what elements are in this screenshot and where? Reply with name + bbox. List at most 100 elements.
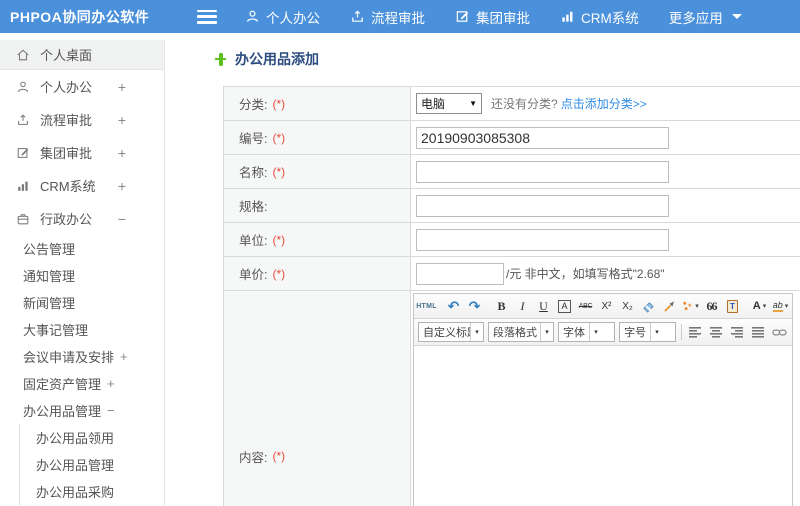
nav-group-approval[interactable]: 集团审批 (455, 7, 530, 27)
sidebar-item-supplies-purchase[interactable]: 办公用品采购 (20, 478, 164, 505)
sidebar-item-label: 流程审批 (40, 113, 93, 128)
price-format-hint: /元 非中文，如填写格式"2.68" (506, 267, 665, 281)
collapse-toggle[interactable]: − (107, 403, 115, 418)
workflow-icon (350, 9, 371, 24)
add-category-link[interactable]: 点击添加分类>> (561, 95, 647, 112)
required-marker: (*) (272, 96, 286, 111)
sidebar-item-notice-mgmt[interactable]: 通知管理 (0, 262, 164, 289)
home-icon (16, 48, 40, 62)
category-select[interactable]: 电脑 ▼ (416, 93, 482, 114)
caret-down-icon: ▾ (470, 323, 483, 341)
expand-toggle[interactable]: + (118, 145, 126, 161)
sidebar-item-news-mgmt[interactable]: 新闻管理 (0, 289, 164, 316)
spec-input[interactable] (416, 194, 669, 217)
sidebar-item-admin-office[interactable]: 行政办公 − (0, 202, 164, 235)
collapse-toggle[interactable]: − (118, 211, 126, 227)
top-nav: 个人办公 流程审批 集团审批 CRM系统 更多应用 (245, 7, 772, 27)
name-input[interactable] (416, 160, 669, 183)
name-label: 名称: (239, 166, 268, 180)
format-brush-icon[interactable] (660, 296, 679, 316)
sidebar-admin-submenu: 公告管理 通知管理 新闻管理 大事记管理 会议申请及安排 + 固定资产管理 + … (0, 235, 164, 505)
unit-label: 单位: (239, 234, 268, 248)
sidebar-item-label: 公告管理 (23, 242, 76, 257)
editor-content-area[interactable] (414, 346, 792, 506)
form-row-content: 内容: (*) HTML ↶ ↷ B I U A ABC X² X₂ ▾ 66 … (224, 291, 800, 506)
expand-toggle[interactable]: + (118, 112, 126, 128)
redo-icon[interactable]: ↷ (465, 296, 484, 316)
menu-toggle-icon[interactable] (197, 9, 217, 24)
auto-typeset-icon[interactable]: ▾ (681, 296, 700, 316)
sidebar-item-crm-system[interactable]: CRM系统 + (0, 169, 164, 202)
custom-heading-select[interactable]: 自定义标题 ▾ (418, 322, 484, 342)
nav-workflow-approval[interactable]: 流程审批 (350, 7, 425, 27)
nav-personal-office[interactable]: 个人办公 (245, 7, 320, 27)
user-icon (245, 9, 266, 24)
nav-more-apps[interactable]: 更多应用 (669, 7, 742, 27)
brand-title: PHPOA协同办公软件 (10, 8, 150, 25)
sidebar-item-supplies-claim[interactable]: 办公用品领用 (20, 424, 164, 451)
select-arrow-icon: ▼ (469, 99, 477, 108)
align-center-icon[interactable] (707, 322, 726, 342)
undo-icon[interactable]: ↶ (444, 296, 463, 316)
link-icon[interactable] (770, 322, 789, 342)
sidebar-item-meeting-request[interactable]: 会议申请及安排 + (0, 343, 164, 370)
sidebar-item-announcement-mgmt[interactable]: 公告管理 (0, 235, 164, 262)
bar-chart-icon (16, 179, 40, 193)
underline-button[interactable]: U (534, 296, 553, 316)
paragraph-format-select[interactable]: 段落格式 ▾ (488, 322, 554, 342)
font-color-button[interactable]: A ▾ (750, 296, 769, 316)
expand-toggle[interactable]: + (107, 376, 115, 391)
strikethrough-button[interactable]: ABC (576, 296, 595, 316)
sidebar-item-label: 会议申请及安排 (23, 350, 115, 365)
align-left-icon[interactable] (686, 322, 705, 342)
sidebar-item-office-supplies-mgmt[interactable]: 办公用品管理 − (0, 397, 164, 424)
italic-button[interactable]: I (513, 296, 532, 316)
sidebar-item-label: 办公用品领用 (36, 431, 115, 446)
superscript-button[interactable]: X² (597, 296, 616, 316)
bar-chart-icon (560, 9, 581, 24)
nav-label: CRM系统 (581, 10, 639, 26)
font-size-select[interactable]: 字号 ▾ (619, 322, 677, 342)
sidebar-item-memorabilia-mgmt[interactable]: 大事记管理 (0, 316, 164, 343)
expand-toggle[interactable]: + (118, 79, 126, 95)
font-border-button[interactable]: A (558, 299, 571, 313)
paste-text-icon[interactable]: T (723, 296, 742, 316)
sidebar-item-workflow-approval[interactable]: 流程审批 + (0, 103, 164, 136)
price-input[interactable] (416, 262, 504, 285)
highlight-color-button[interactable]: ab ▾ (771, 296, 790, 316)
page-title-bar: 办公用品添加 (214, 49, 319, 69)
sidebar-item-label: 办公用品采购 (36, 485, 115, 500)
font-family-select[interactable]: 字体 ▾ (558, 322, 616, 342)
blockquote-button[interactable]: 66 (702, 296, 721, 316)
expand-toggle[interactable]: + (120, 349, 128, 364)
code-input[interactable] (416, 126, 669, 149)
caret-down-icon: ▾ (589, 323, 602, 341)
supplies-add-form: 分类: (*) 电脑 ▼ 还没有分类? 点击添加分类>> 编号: (*) 201… (223, 86, 800, 506)
nav-label: 流程审批 (371, 10, 425, 26)
bold-button[interactable]: B (492, 296, 511, 316)
sidebar-item-personal-office[interactable]: 个人办公 + (0, 70, 164, 103)
editor-toolbar-row2: 自定义标题 ▾ 段落格式 ▾ 字体 ▾ 字号 ▾ (414, 319, 792, 346)
expand-toggle[interactable]: + (118, 178, 126, 194)
sidebar-item-personal-desktop[interactable]: 个人桌面 (0, 40, 164, 70)
price-label: 单价: (239, 268, 268, 282)
form-row-name: 名称: (*) (224, 155, 800, 189)
form-row-spec: 规格: (224, 189, 800, 223)
sidebar-item-label: 个人办公 (40, 80, 93, 95)
sidebar: 个人桌面 个人办公 + 流程审批 + 集团审批 + CRM系统 + 行政办公 −… (0, 40, 165, 506)
unit-input[interactable] (416, 228, 669, 251)
sidebar-item-supplies-manage[interactable]: 办公用品管理 (20, 451, 164, 478)
align-justify-icon[interactable] (749, 322, 768, 342)
nav-crm-system[interactable]: CRM系统 (560, 7, 639, 27)
sidebar-item-label: 办公用品管理 (36, 458, 115, 473)
nav-label: 个人办公 (266, 10, 320, 26)
html-source-button[interactable]: HTML (416, 296, 436, 316)
add-plus-icon (214, 52, 227, 66)
sidebar-item-fixed-assets-mgmt[interactable]: 固定资产管理 + (0, 370, 164, 397)
sidebar-item-group-approval[interactable]: 集团审批 + (0, 136, 164, 169)
align-right-icon[interactable] (728, 322, 747, 342)
subscript-button[interactable]: X₂ (618, 296, 637, 316)
sidebar-item-label: 行政办公 (40, 212, 93, 227)
eraser-icon[interactable] (639, 296, 658, 316)
workflow-icon (16, 113, 40, 127)
